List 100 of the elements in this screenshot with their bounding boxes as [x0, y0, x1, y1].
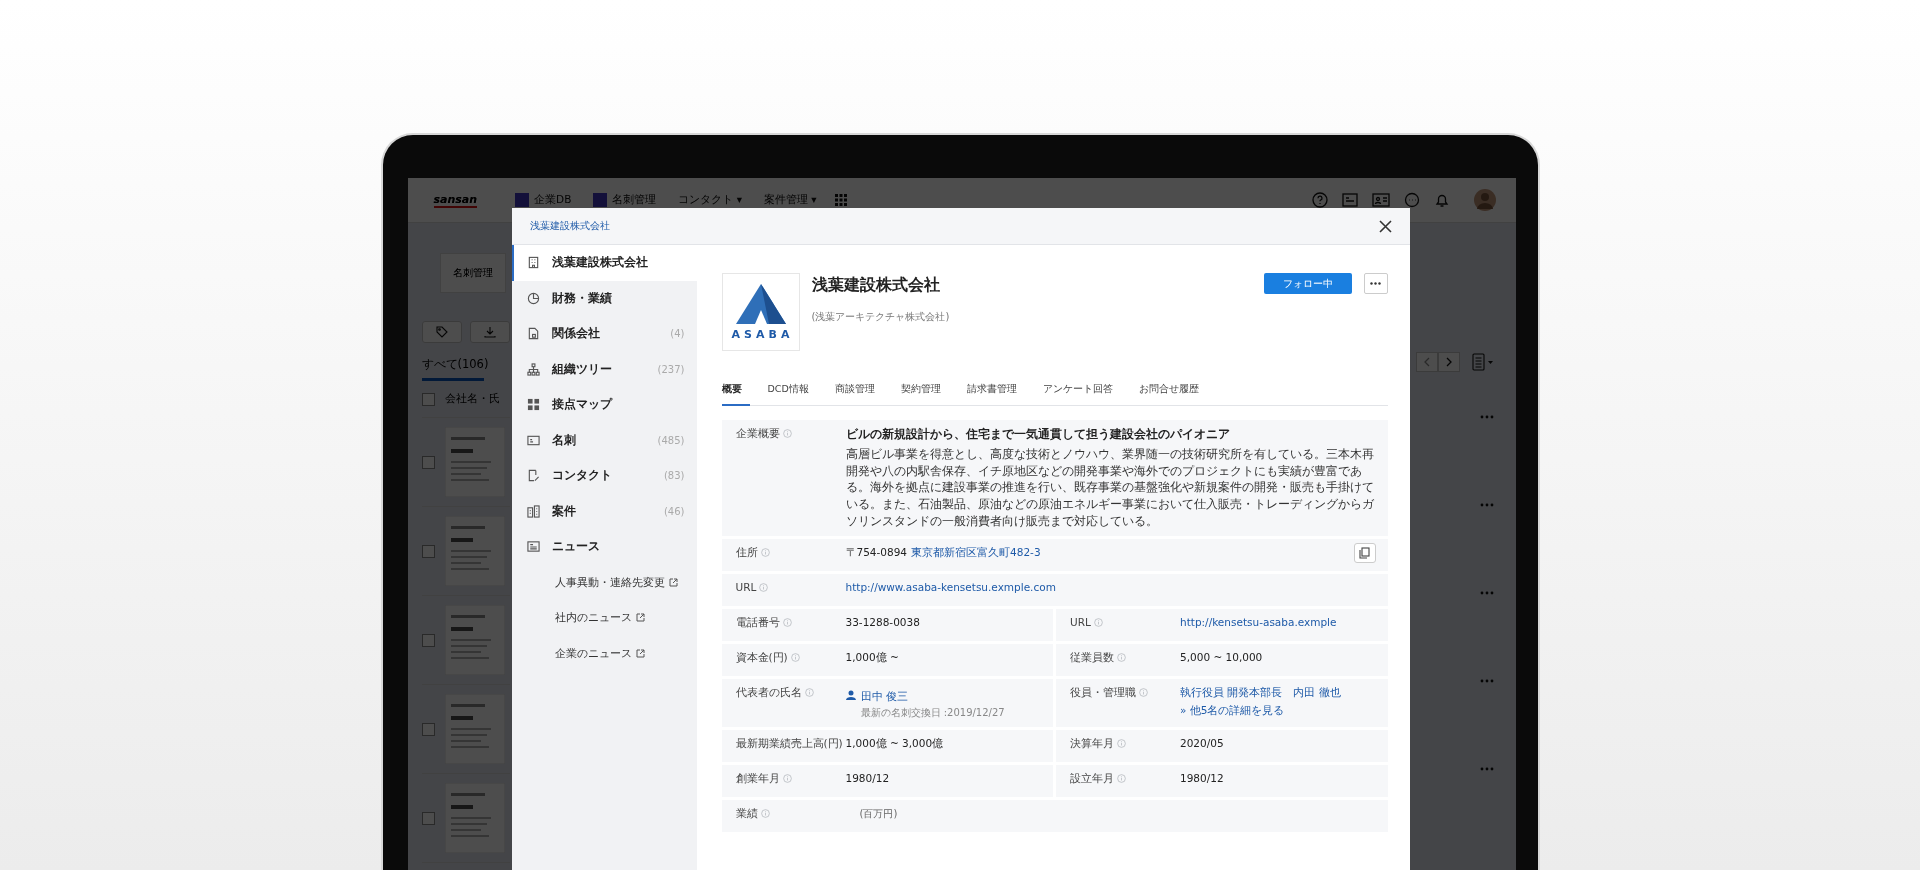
info-icon: [1117, 653, 1126, 663]
info-icon: [1117, 739, 1126, 749]
info-icon: [790, 653, 800, 663]
person-icon: [845, 690, 856, 701]
business-card-drawing: [444, 783, 505, 853]
sidebar-item[interactable]: 組織ツリー (237): [511, 351, 697, 387]
more-icon[interactable]: [1479, 415, 1494, 419]
info-icon: [760, 548, 770, 558]
sidebar-item[interactable]: 接点マップ: [511, 387, 697, 423]
card-icon: [526, 433, 540, 447]
building-icon: [526, 256, 540, 270]
field-value: 1980/12: [1180, 772, 1225, 785]
tab[interactable]: アンケート回答: [1042, 377, 1121, 406]
field-value: 1,000億 ~: [845, 651, 900, 666]
download-button[interactable]: [469, 321, 510, 343]
download-icon: [483, 326, 496, 338]
field-label: 資本金(円): [735, 651, 788, 666]
url-link[interactable]: http://www.asaba-kensetsu.exmple.com: [845, 581, 1376, 594]
person-link[interactable]: 田中 俊三: [860, 690, 1005, 705]
field-value: 2020/05: [1180, 737, 1225, 750]
checkbox[interactable]: [421, 544, 435, 558]
next-button[interactable]: [1437, 352, 1460, 372]
tag-button[interactable]: [421, 321, 462, 343]
sidebar-item[interactable]: 案件 (46): [511, 493, 697, 529]
more-icon[interactable]: [1479, 679, 1494, 683]
pie-chart-icon: [526, 291, 540, 305]
summary-headline: ビルの新規設計から、住宅まで一気通貫して担う建設会社のパイオニア: [845, 427, 1231, 442]
tab[interactable]: 契約管理: [900, 377, 949, 406]
apps-grid-icon[interactable]: [834, 194, 847, 206]
help-icon[interactable]: [1311, 192, 1328, 208]
dialog-title: 浅葉建設株式会社: [529, 219, 610, 233]
app-square-icon: [593, 193, 608, 207]
copy-button[interactable]: [1353, 543, 1376, 564]
document-icon: [526, 327, 540, 341]
tab[interactable]: 概要: [721, 377, 750, 406]
tab[interactable]: 請求書管理: [966, 377, 1025, 406]
avatar[interactable]: [1473, 189, 1496, 211]
field-label: 電話番号: [735, 616, 780, 631]
document-icon[interactable]: [1471, 353, 1494, 371]
exchange-date: 最新の名刺交換日 :2019/12/27: [860, 706, 1005, 721]
checkbox[interactable]: [421, 392, 435, 406]
sidebar-item[interactable]: ニュース: [511, 529, 697, 565]
field-value: 1980/12: [845, 772, 891, 785]
chevron-right-icon: [1444, 357, 1453, 367]
business-card-drawing: [444, 427, 505, 497]
tab[interactable]: 商談管理: [834, 377, 883, 406]
buildings-icon: [526, 504, 540, 518]
field-label: 代表者の氏名: [735, 686, 802, 701]
business-card-drawing: [444, 605, 505, 675]
info-icon: [1117, 774, 1126, 784]
more-icon[interactable]: [1479, 591, 1494, 595]
sidebar-item[interactable]: 浅葉建設株式会社: [511, 245, 697, 281]
more-icon: [1370, 282, 1381, 285]
sidebar-item[interactable]: コンタクト (83): [511, 458, 697, 494]
company-name: 浅葉建設株式会社: [811, 275, 941, 296]
close-icon[interactable]: [1378, 219, 1392, 233]
checkbox[interactable]: [421, 811, 435, 825]
follow-button[interactable]: フォロー中: [1263, 273, 1352, 294]
previous-button[interactable]: [1415, 352, 1438, 372]
field-label: 企業概要: [735, 427, 780, 441]
id-card-icon[interactable]: [1371, 193, 1390, 207]
business-card-drawing: [444, 516, 505, 586]
checkbox[interactable]: [421, 633, 435, 647]
officer-link[interactable]: » 他5名の詳細を見る: [1180, 704, 1376, 719]
external-link-icon: [635, 613, 645, 623]
copy-icon: [1359, 547, 1370, 560]
postal-code: 〒754-0894: [845, 546, 908, 561]
triangle-logo-icon: [735, 283, 786, 324]
field-label: 設立年月: [1070, 772, 1114, 787]
unit-note: (百万円): [858, 807, 899, 822]
field-value: 1,000億 ~ 3,000億: [845, 737, 945, 752]
news-link[interactable]: 人事異動・連絡先変更: [511, 564, 678, 600]
info-icon: [782, 618, 792, 628]
field-label: 決算年月: [1070, 737, 1114, 752]
tab[interactable]: DCD情報: [767, 377, 817, 406]
bell-icon[interactable]: [1433, 192, 1450, 208]
checkbox[interactable]: [421, 722, 435, 736]
field-label: URL: [1070, 616, 1091, 629]
address-link[interactable]: 東京都新宿区富久町482-3: [911, 546, 1041, 561]
officer-link[interactable]: 執行役員 開発本部長 内田 徹也: [1180, 686, 1376, 701]
info-icon: [1139, 688, 1148, 698]
summary-text: 高層ビル事業を得意とし、高度な技術とノウハウ、業界随一の技術研究所を有している。三本木再開発や八の内駅舎保存、イチ原地区などの開発事業や海外でのプロジェクトにも実績が豊富である。海外を拠点に建設事業の推進を行い、既存事業の基盤強化や新規案件の開発・販売も手掛けている。また、石油製品、原油などの原油エネルギー事業において仕入販売・トレーディングからガソリンスタンドの一般消費者向け販売まで対応している。: [845, 446, 1375, 530]
more-button[interactable]: [1363, 273, 1388, 294]
more-icon[interactable]: [1479, 503, 1494, 507]
field-label: 役員・管理職: [1070, 686, 1136, 701]
sidebar-item[interactable]: 関係会社 (4): [511, 316, 697, 352]
url-link[interactable]: http://kensetsu-asaba.exmple: [1180, 616, 1376, 629]
business-card-drawing: [444, 694, 505, 764]
news-link[interactable]: 企業のニュース: [511, 635, 645, 671]
card-icon[interactable]: [1341, 193, 1358, 207]
sidebar-item[interactable]: 名刺 (485): [511, 422, 697, 458]
checkbox[interactable]: [421, 455, 435, 469]
more-icon[interactable]: [1479, 767, 1494, 771]
sidebar-item[interactable]: 財務・業績: [511, 280, 697, 316]
news-link[interactable]: 社内のニュース: [511, 600, 645, 636]
tab[interactable]: お問合せ履歴: [1138, 377, 1207, 406]
field-label: URL: [735, 581, 757, 594]
grid-icon: [526, 398, 540, 412]
company-logo: ASABA: [721, 273, 800, 351]
chat-icon[interactable]: [1403, 192, 1420, 208]
